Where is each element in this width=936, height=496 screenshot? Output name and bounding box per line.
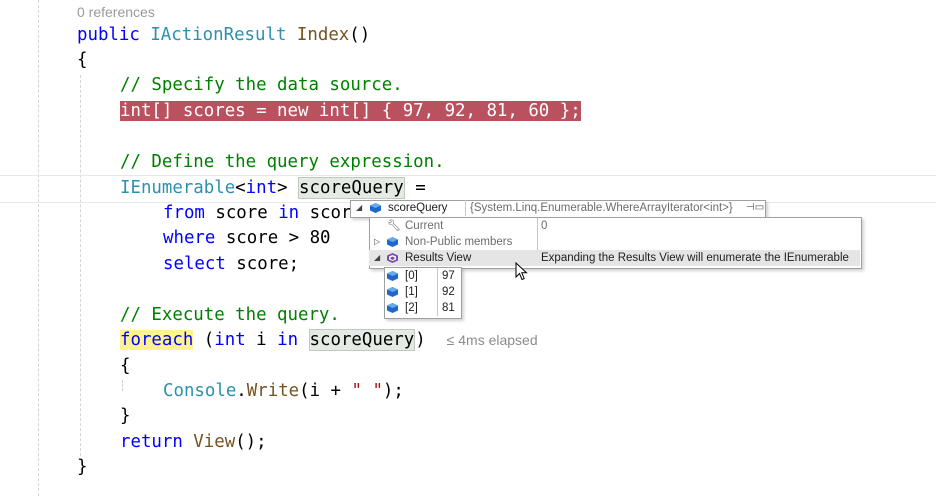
result-value: 81 [442, 302, 455, 314]
inner-brace-close: } [120, 406, 131, 426]
query-declaration: IEnumerable<int> scoreQuery = [120, 176, 426, 200]
datatip-child-row[interactable]: ▷ Non-Public members [369, 234, 860, 250]
foreach-line: foreach (int i in scoreQuery) ≤ 4ms elap… [120, 328, 538, 352]
result-index: [0] [405, 270, 418, 282]
datatip-value[interactable]: {System.Linq.Enumerable.WhereArrayIterat… [470, 200, 742, 216]
punctuation: ( [193, 330, 215, 350]
result-row[interactable]: [2] 81 [384, 300, 460, 316]
column-divider [465, 200, 466, 216]
score-query-reference[interactable]: scoreQuery [308, 329, 416, 351]
margin-guide [38, 0, 39, 496]
return-line: return View(); [120, 430, 267, 454]
codelens-references[interactable]: 0 references [77, 4, 155, 20]
code-text: score; [225, 254, 300, 274]
datatip-name: scoreQuery [388, 202, 448, 214]
punctuation: ) [415, 330, 426, 350]
type-name: IActionResult [150, 25, 287, 45]
indent-guide [122, 380, 123, 391]
punctuation: . [236, 381, 247, 401]
brace-open: { [77, 50, 88, 70]
where-clause: where score > 80 [163, 226, 331, 250]
method-name: View [182, 432, 236, 452]
punctuation: () [349, 25, 371, 45]
field-icon [387, 303, 398, 313]
expand-arrow-icon[interactable]: ▷ [374, 234, 380, 250]
foreach-keyword-highlight[interactable]: foreach [120, 330, 194, 350]
keyword: where [163, 228, 216, 248]
code-text: score [204, 203, 279, 223]
collapse-arrow-icon[interactable]: ◢ [356, 200, 362, 216]
wrench-icon: 🔧︎ [387, 220, 401, 232]
keyword: int [245, 178, 278, 198]
select-clause: select score; [163, 252, 299, 276]
method-signature: public IActionResult Index() [77, 23, 370, 47]
keyword: in [278, 203, 300, 223]
mouse-cursor-icon [515, 262, 528, 281]
string-literal: " " [351, 381, 383, 401]
keyword: int [214, 330, 246, 350]
child-value [541, 234, 851, 250]
keyword: return [120, 432, 183, 452]
object-icon [387, 237, 398, 247]
comment-execute: // Execute the query. [120, 305, 340, 325]
punctuation: ); [382, 381, 404, 401]
method-name: Index [296, 25, 350, 45]
child-value: Expanding the Results View will enumerat… [541, 252, 849, 264]
datatip-child-row[interactable]: 🔧︎ Current 0 [369, 218, 860, 234]
datatip-header-row[interactable]: ◢ scoreQuery {System.Linq.Enumerable.Whe… [350, 200, 764, 216]
code-text: score > 80 [215, 228, 331, 248]
result-value: 97 [442, 270, 455, 282]
method-name: Write [246, 381, 300, 401]
result-index: [2] [405, 302, 418, 314]
result-value: 92 [442, 286, 455, 298]
punctuation: (); [235, 432, 267, 452]
breakpoint-line[interactable]: int[] scores = new int[] { 97, 92, 81, 6… [120, 99, 581, 123]
code-text: scor [299, 203, 352, 223]
child-name: Current [405, 220, 444, 232]
result-index: [1] [405, 286, 418, 298]
field-icon [387, 287, 398, 297]
comment-query: // Define the query expression. [120, 152, 445, 172]
keyword: in [277, 330, 299, 350]
pin-icon[interactable]: ⊣▭ [746, 200, 764, 216]
keyword: select [163, 254, 226, 274]
type-name: IEnumerable [120, 178, 236, 198]
brace-close: } [77, 457, 88, 477]
type-name: Console [163, 381, 237, 401]
result-row[interactable]: [0] 97 [384, 268, 460, 284]
child-name: Non-Public members [405, 236, 513, 248]
inner-brace-open: { [120, 356, 131, 376]
punctuation: < [235, 178, 246, 198]
breakpoint-highlight[interactable]: int[] scores = new int[] { 97, 92, 81, 6… [120, 101, 581, 121]
score-query-variable[interactable]: scoreQuery [298, 177, 405, 199]
child-value: 0 [541, 220, 548, 232]
field-icon [387, 271, 398, 281]
perf-tip-elapsed[interactable]: ≤ 4ms elapsed [447, 332, 538, 348]
keyword: public [77, 25, 140, 45]
code-text: (i + [299, 381, 352, 401]
result-row[interactable]: [1] 92 [384, 284, 460, 300]
datatip-child-row-selected[interactable]: ◢ Results View Expanding the Results Vie… [369, 250, 860, 266]
collapse-arrow-icon[interactable]: ◢ [374, 250, 380, 266]
console-write-line: Console.Write(i + " "); [163, 379, 404, 403]
punctuation: > [277, 178, 288, 198]
object-icon [370, 203, 381, 213]
results-view-icon [387, 253, 398, 263]
code-text: i [245, 330, 278, 350]
keyword: from [163, 203, 205, 223]
punctuation: = [404, 178, 426, 198]
comment-source: // Specify the data source. [120, 75, 403, 95]
indent-guide [80, 75, 81, 456]
from-clause: from score in scor [163, 201, 352, 225]
